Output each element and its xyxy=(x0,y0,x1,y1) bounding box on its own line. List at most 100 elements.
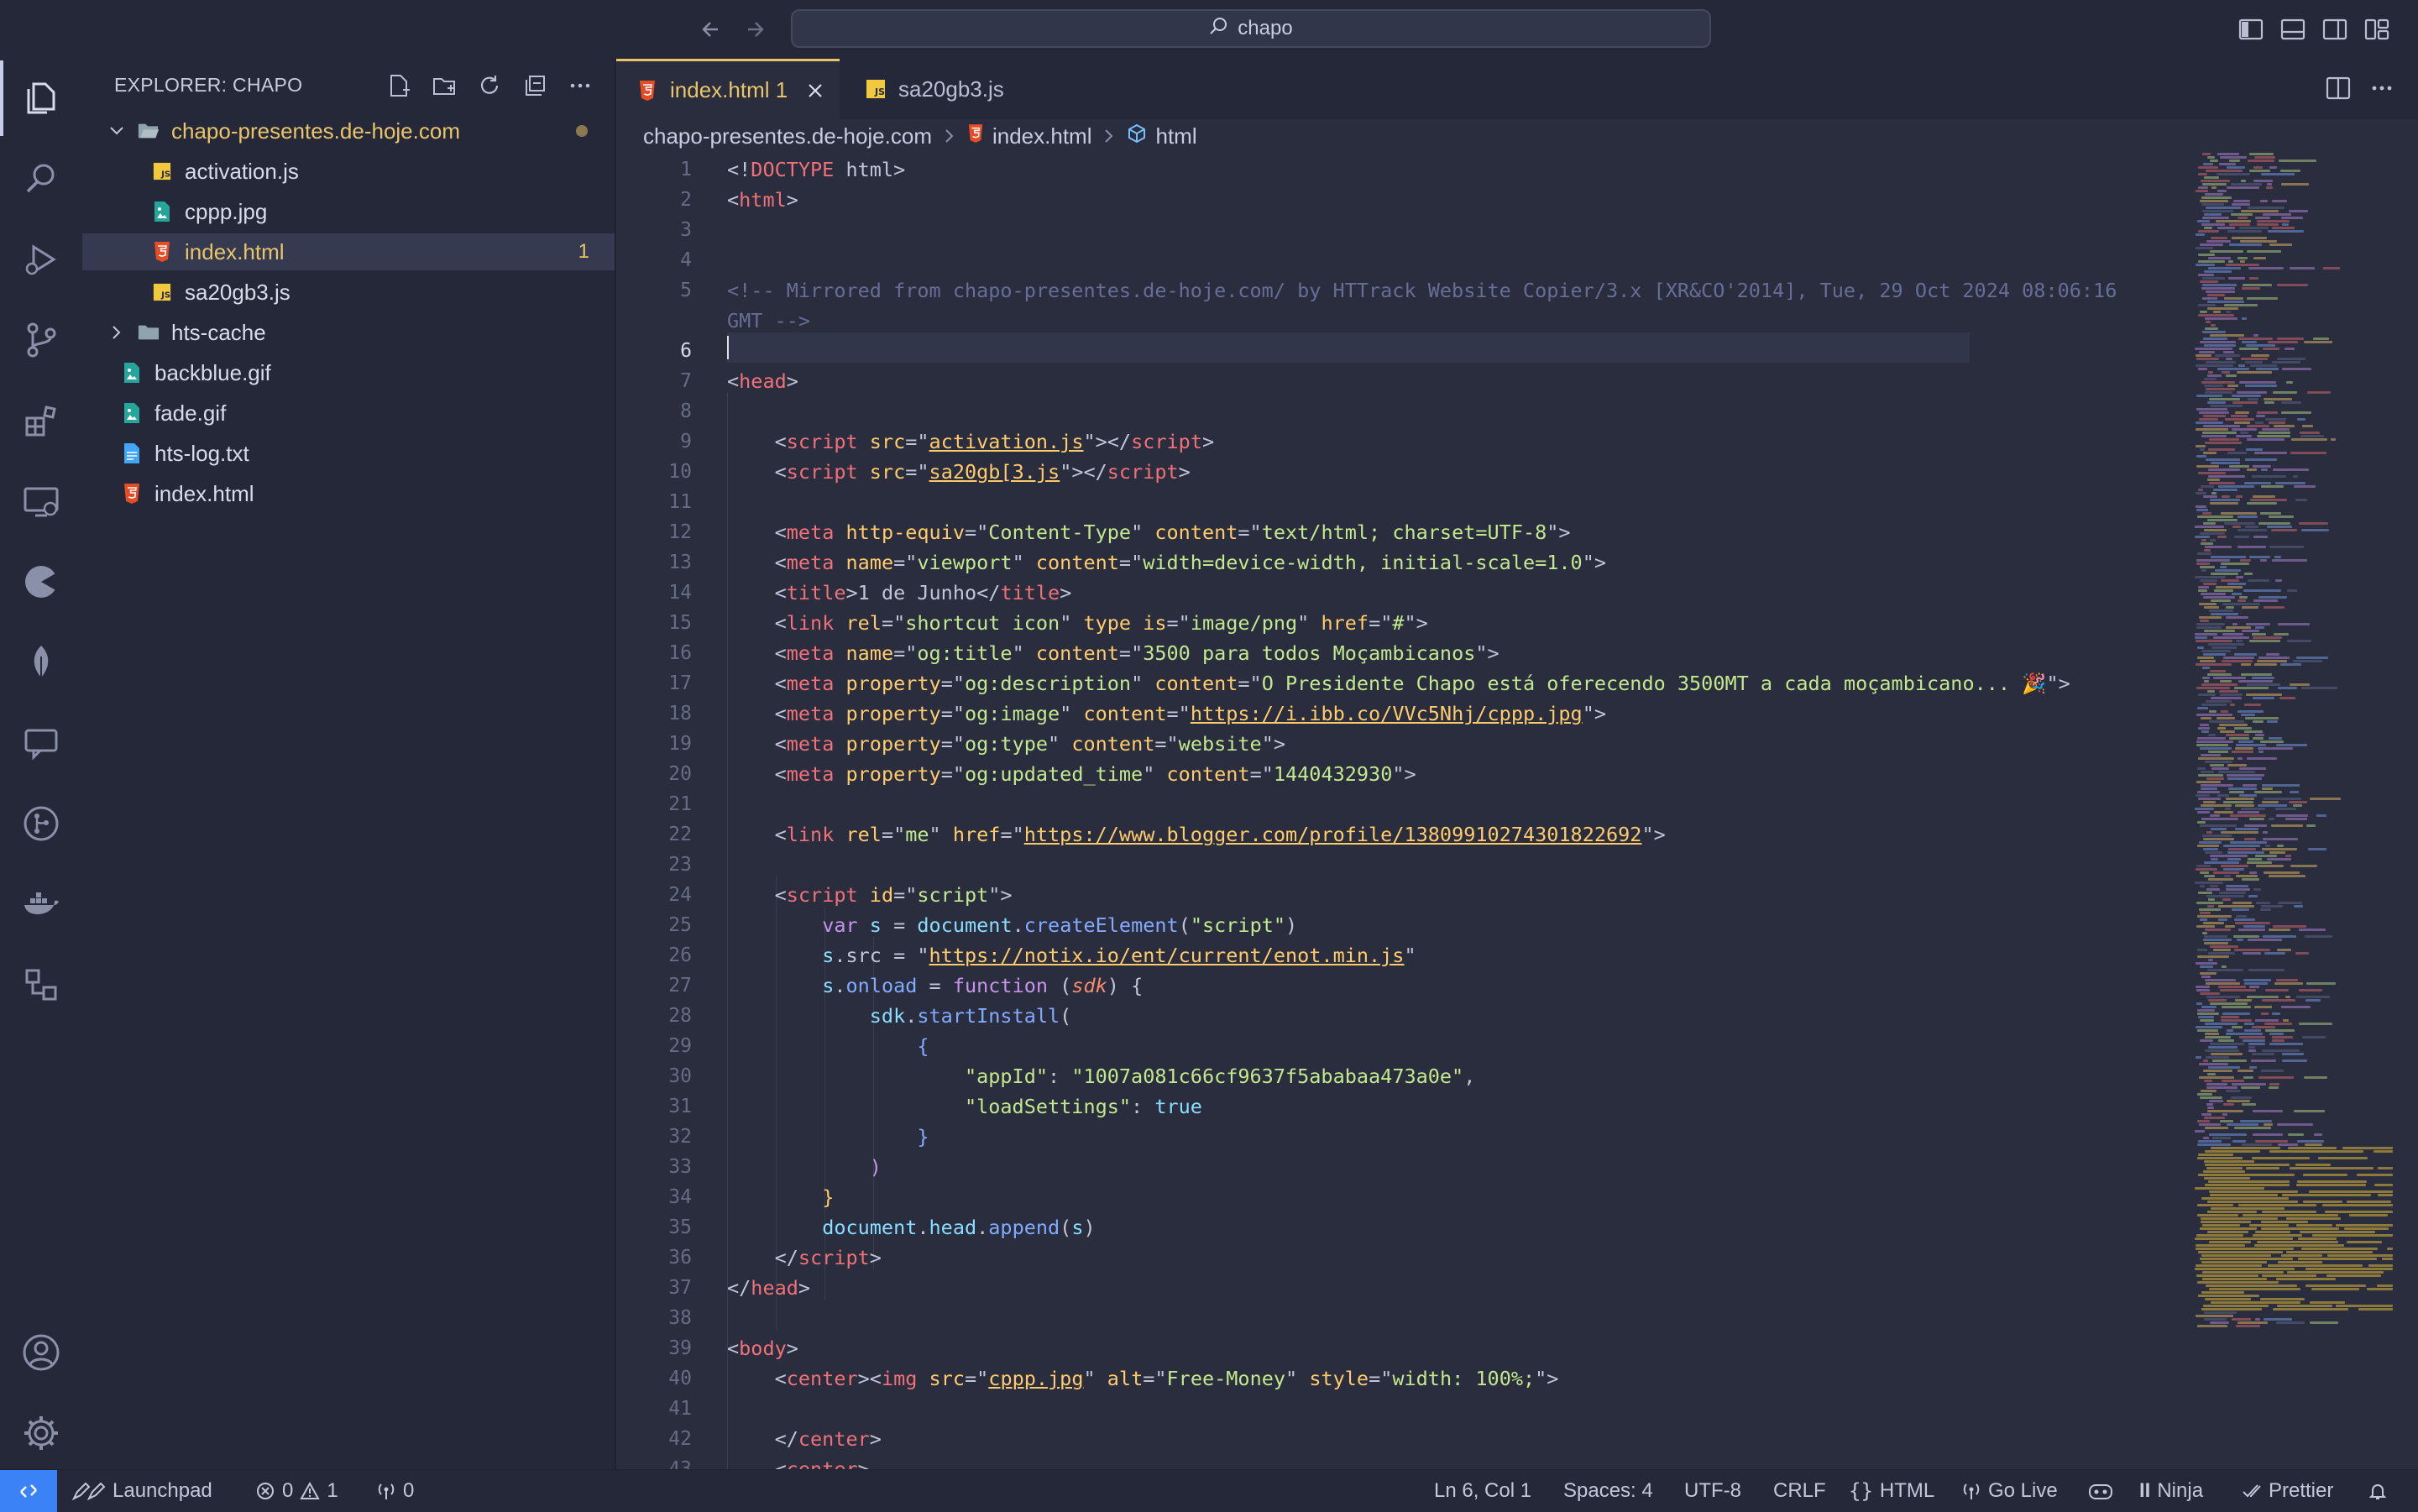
pac-icon[interactable] xyxy=(18,559,64,604)
minimap-line xyxy=(2205,1036,2231,1039)
toggle-primary-sidebar-icon[interactable] xyxy=(2237,15,2265,44)
tab-sa20gb3-js[interactable]: JS sa20gb3.js xyxy=(840,59,1053,119)
ninja-status[interactable]: II Ninja xyxy=(2139,1470,2203,1512)
minimap-line xyxy=(2206,388,2235,390)
minimap-line xyxy=(2217,536,2227,538)
eol-status[interactable]: CRLF xyxy=(1773,1470,1826,1512)
explorer-icon[interactable] xyxy=(0,60,64,136)
minimap-line xyxy=(2273,1308,2348,1311)
database-explorer-icon[interactable] xyxy=(18,962,64,1007)
close-tab-icon[interactable] xyxy=(806,81,824,100)
toggle-panel-icon[interactable] xyxy=(2279,15,2307,44)
explorer-sidebar: EXPLORER: CHAPO chapo-presentes.de-hoje.… xyxy=(82,59,616,1469)
new-folder-icon[interactable] xyxy=(430,71,458,101)
minimap-line xyxy=(2211,186,2216,189)
code-token: cppp.jpg xyxy=(988,1367,1084,1390)
tree-folder[interactable]: chapo-presentes.de-hoje.com xyxy=(82,112,615,149)
code-token: content xyxy=(1154,672,1238,695)
minimap-line xyxy=(2227,385,2238,387)
code-token: head xyxy=(929,1216,977,1239)
minimap-line xyxy=(2295,952,2309,955)
settings-gear-icon[interactable] xyxy=(18,1410,64,1456)
tree-file[interactable]: backblue.gif xyxy=(82,354,615,391)
minimap-line xyxy=(2201,1090,2216,1092)
prettier-status[interactable]: Prettier xyxy=(2242,1470,2333,1512)
minimap-line xyxy=(2197,1009,2215,1012)
git-graph-icon[interactable] xyxy=(18,801,64,846)
command-center-search[interactable]: chapo xyxy=(791,9,1711,48)
minimap-line xyxy=(2220,566,2227,568)
minimap-line xyxy=(2196,663,2232,666)
code-token: > xyxy=(1201,430,1215,453)
minimap-line xyxy=(2197,1143,2231,1146)
minimap-line xyxy=(2208,952,2235,955)
tree-file[interactable]: JS activation.js xyxy=(82,153,615,190)
minimap-line xyxy=(2286,1217,2341,1220)
breadcrumb-file[interactable]: index.html xyxy=(967,123,1091,149)
notifications-status[interactable] xyxy=(2368,1470,2388,1512)
leaf-icon[interactable] xyxy=(18,640,64,685)
search-icon[interactable] xyxy=(18,156,64,201)
source-control-icon[interactable] xyxy=(18,317,64,363)
minimap[interactable] xyxy=(2195,153,2396,1345)
minimap-line xyxy=(2201,1291,2244,1294)
launchpad-status[interactable]: Launchpad xyxy=(71,1470,212,1512)
minimap-line xyxy=(2197,1012,2219,1015)
minimap-line xyxy=(2316,814,2326,817)
minimap-line xyxy=(2208,448,2235,451)
split-editor-icon[interactable] xyxy=(2324,74,2353,107)
remote-indicator[interactable] xyxy=(0,1470,57,1512)
extensions-icon[interactable] xyxy=(18,398,64,443)
forward-arrow-icon[interactable] xyxy=(741,15,769,44)
tree-file[interactable]: JS sa20gb3.js xyxy=(82,274,615,311)
tree-file[interactable]: hts-log.txt xyxy=(82,435,615,472)
tab-index-html[interactable]: index.html 1 xyxy=(616,59,840,119)
code-line: <link rel="shortcut icon" type is="image… xyxy=(727,608,1428,638)
run-and-debug-icon[interactable] xyxy=(18,237,64,282)
customize-layout-icon[interactable] xyxy=(2363,15,2391,44)
toggle-secondary-sidebar-icon[interactable] xyxy=(2321,15,2349,44)
collapse-all-icon[interactable] xyxy=(521,71,549,101)
minimap-line xyxy=(2255,734,2264,736)
breadcrumb-folder[interactable]: chapo-presentes.de-hoje.com xyxy=(643,123,932,149)
breadcrumb-symbol[interactable]: html xyxy=(1127,123,1197,149)
accounts-icon[interactable] xyxy=(18,1330,64,1375)
chat-icon[interactable] xyxy=(18,720,64,766)
go-live-status[interactable]: Go Live xyxy=(1961,1470,2058,1512)
code-line: s.onload = function (sdk) { xyxy=(727,971,1143,1001)
back-arrow-icon[interactable] xyxy=(697,15,725,44)
minimap-line xyxy=(2273,391,2297,394)
more-actions-icon[interactable] xyxy=(566,71,594,101)
code-token: > xyxy=(786,1337,798,1360)
tree-folder[interactable]: hts-cache xyxy=(82,314,615,351)
minimap-line xyxy=(2305,1284,2366,1287)
tree-file[interactable]: index.html xyxy=(82,475,615,512)
code-editor[interactable]: 1 2 3 4 5 6 7 8 9 10 11 12 13 14 15 16 17 18 19 20 21 22 23 24 2… xyxy=(616,153,2418,1469)
editor-more-actions-icon[interactable] xyxy=(2368,74,2396,107)
minimap-line xyxy=(2255,421,2264,424)
minimap-line xyxy=(2237,257,2248,259)
copilot-status[interactable] xyxy=(2087,1470,2114,1512)
indentation-status[interactable]: Spaces: 4 xyxy=(1563,1470,1653,1512)
bell-icon xyxy=(2368,1484,2387,1499)
code-token: "> xyxy=(1404,611,1428,635)
code-token: image/png xyxy=(1190,611,1298,635)
problems-status[interactable]: 0 1 xyxy=(255,1470,338,1512)
minimap-line xyxy=(2198,1295,2259,1297)
minimap-line xyxy=(2253,334,2258,337)
ports-status[interactable]: 0 xyxy=(376,1470,414,1512)
docker-icon[interactable] xyxy=(18,882,64,927)
encoding-status[interactable]: UTF-8 xyxy=(1684,1470,1741,1512)
refresh-icon[interactable] xyxy=(475,71,504,101)
tree-file[interactable]: fade.gif xyxy=(82,395,615,432)
minimap-line xyxy=(2196,1244,2245,1247)
tree-file[interactable]: cppp.jpg xyxy=(82,193,615,230)
minimap-line xyxy=(2196,428,2228,431)
minimap-line xyxy=(2228,848,2256,850)
minimap-line xyxy=(2205,851,2222,854)
new-file-icon[interactable] xyxy=(385,71,413,101)
remote-explorer-icon[interactable] xyxy=(18,479,64,524)
tree-file[interactable]: index.html 1 xyxy=(82,233,615,270)
cursor-position-status[interactable]: Ln 6, Col 1 xyxy=(1434,1470,1531,1512)
language-mode-status[interactable]: {} HTML xyxy=(1849,1470,1934,1512)
